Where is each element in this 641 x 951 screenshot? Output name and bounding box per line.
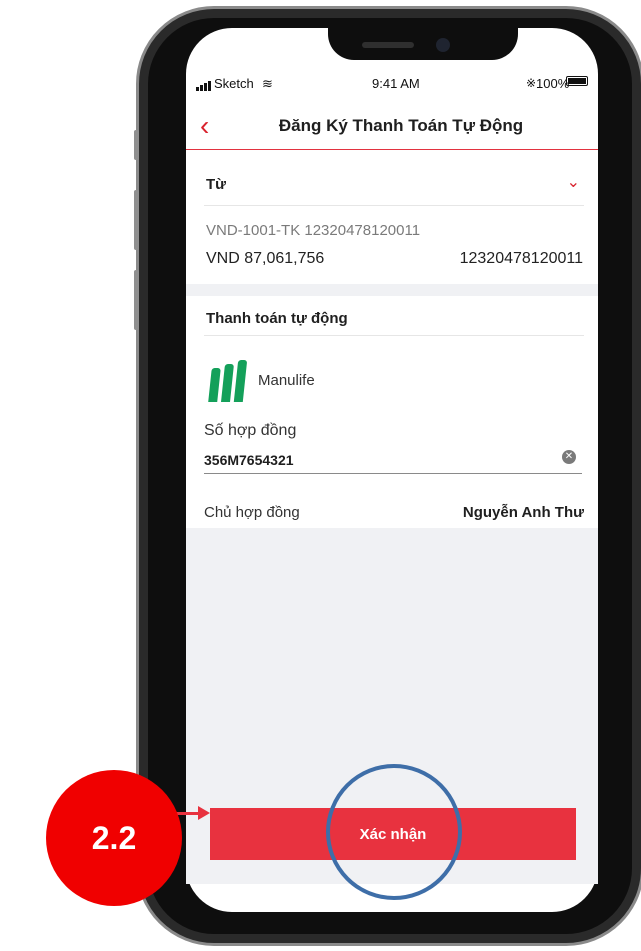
bluetooth-icon: ※ xyxy=(526,76,537,90)
annotation-arrow-head xyxy=(198,806,210,820)
step-badge: 2.2 xyxy=(46,770,182,906)
chevron-down-icon[interactable]: ⌄ xyxy=(567,172,580,192)
contract-label: Số hợp đồng xyxy=(204,422,297,439)
manulife-logo xyxy=(206,358,250,402)
provider-name: Manulife xyxy=(258,372,315,389)
app-header: ‹ Đăng Ký Thanh Toán Tự Động xyxy=(186,104,598,150)
camera xyxy=(436,38,450,52)
battery-icon xyxy=(566,76,588,86)
auto-payment-title: Thanh toán tự động xyxy=(206,310,348,327)
contract-number-value[interactable]: 356M7654321 xyxy=(204,452,294,468)
owner-value: Nguyễn Anh Thư xyxy=(462,504,584,521)
account-line: VND-1001-TK 12320478120011 xyxy=(206,222,421,239)
wifi-icon: ≋ xyxy=(262,76,273,91)
phone-volume-down xyxy=(134,270,139,330)
section-divider xyxy=(186,284,598,296)
confirm-button[interactable]: Xác nhận xyxy=(210,808,576,860)
phone-side-button xyxy=(134,130,139,160)
page-title: Đăng Ký Thanh Toán Tự Động xyxy=(278,116,524,135)
battery-text: 100% xyxy=(536,76,570,91)
account-balance: VND 87,061,756 xyxy=(206,250,325,267)
contract-number-field[interactable]: 356M7654321 ✕ xyxy=(204,444,582,474)
signal-icon xyxy=(196,76,212,91)
account-number: 12320478120011 xyxy=(459,250,583,267)
contract-owner-row: Chủ hợp đồng Nguyễn Anh Thư xyxy=(204,500,584,524)
status-bar: Sketch ≋ 9:41 AM ※ 100% xyxy=(196,76,592,96)
from-label: Từ xyxy=(206,176,227,193)
owner-label: Chủ hợp đồng xyxy=(204,504,300,521)
speaker xyxy=(362,42,414,48)
carrier-text: Sketch xyxy=(214,76,254,91)
from-account-select[interactable]: Từ ⌄ xyxy=(204,160,584,206)
phone-notch xyxy=(328,18,518,60)
clear-icon[interactable]: ✕ xyxy=(562,450,576,464)
status-time: 9:41 AM xyxy=(372,76,420,91)
phone-volume-up xyxy=(134,190,139,250)
auto-payment-section-title: Thanh toán tự động xyxy=(204,296,584,336)
